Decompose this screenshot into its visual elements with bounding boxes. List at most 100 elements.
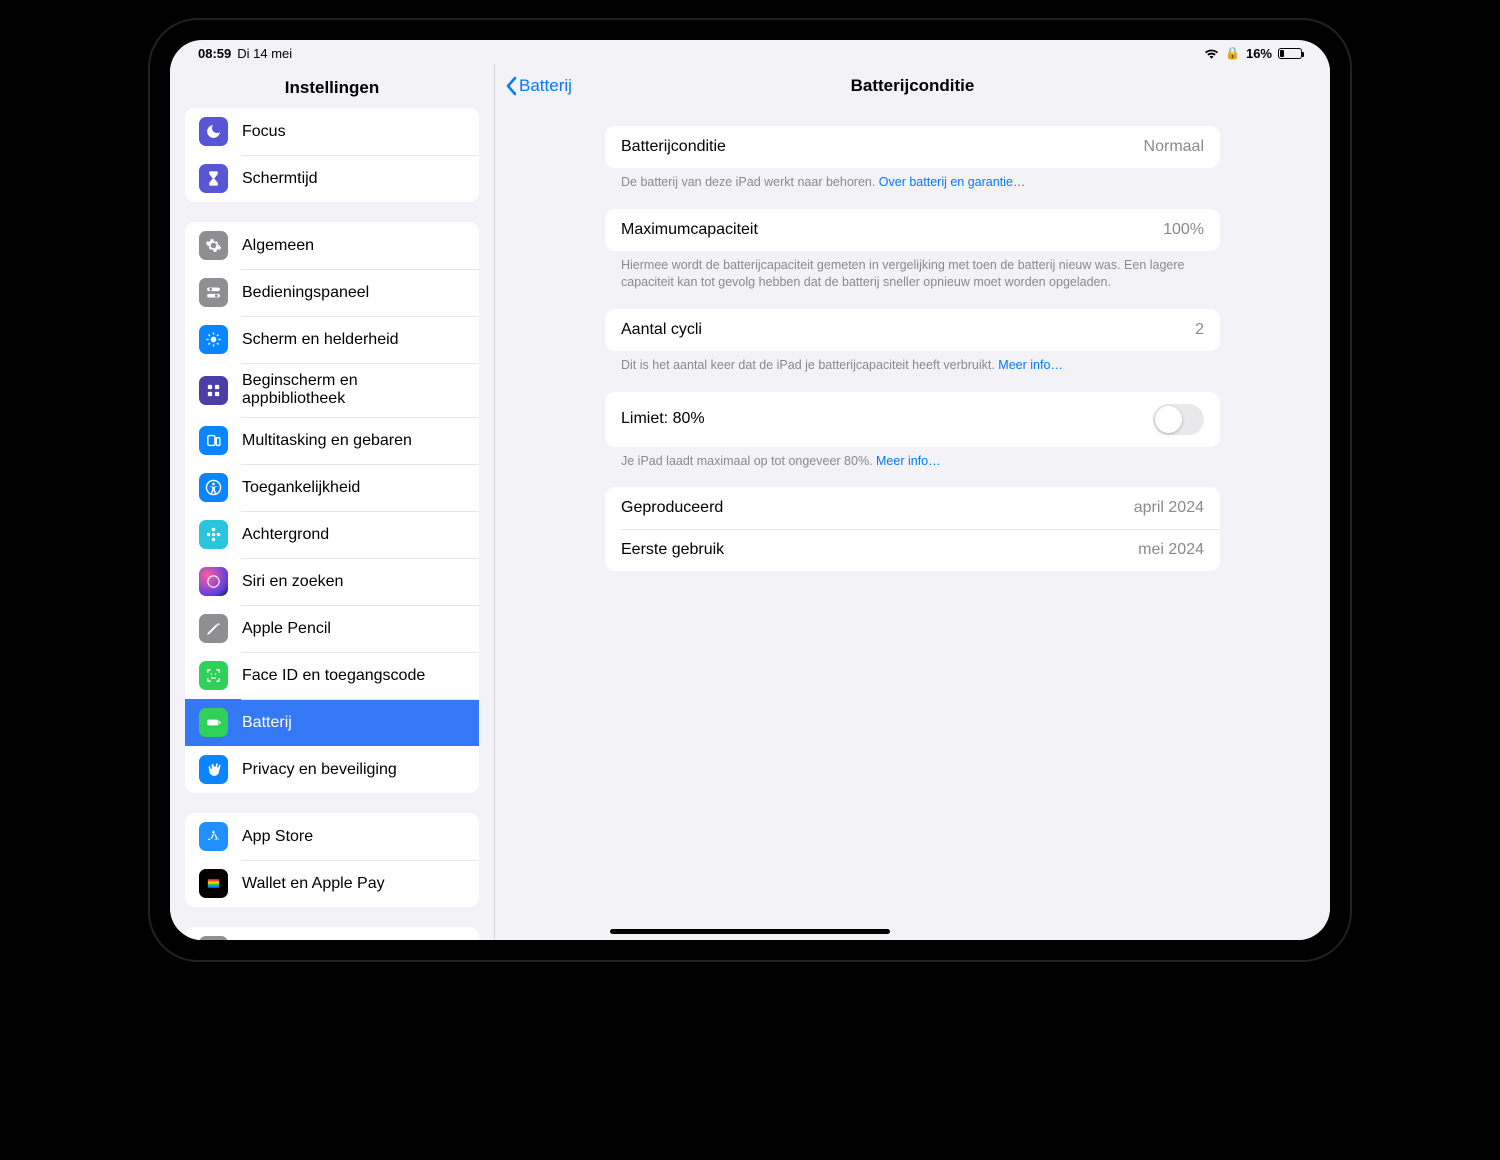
row-value: 2 [1195,321,1204,339]
home-indicator[interactable] [610,929,890,934]
sidebar-item-faceid[interactable]: Face ID en toegangscode [185,652,479,699]
row-label: Maximumcapaciteit [621,221,758,239]
battery-icon [199,708,228,737]
sidebar-item-label: Algemeen [242,237,314,255]
flower-icon [199,520,228,549]
section-limit: Limiet: 80% Je iPad laadt maximaal op to… [605,392,1220,470]
sidebar-item-battery[interactable]: Batterij [185,699,479,746]
sidebar-item-label: Multitasking en gebaren [242,432,412,450]
grid-icon [199,376,228,405]
appstore-icon [199,822,228,851]
row-cycles: Aantal cycli 2 [605,309,1220,351]
sidebar-item-label: Wallet en Apple Pay [242,875,385,893]
moon-icon [199,117,228,146]
ipad-frame: 08:59 Di 14 mei 🔒 16% Instellingen [150,20,1350,960]
row-value: Normaal [1144,138,1204,156]
section-cycles: Aantal cycli 2 Dit is het aantal keer da… [605,309,1220,374]
sidebar-item-passwords[interactable]: Wachtwoorden [185,927,479,940]
back-button[interactable]: Batterij [505,76,572,96]
wallet-icon [199,869,228,898]
wifi-icon [1204,48,1219,59]
sidebar-group-passwords: Wachtwoorden [185,927,479,940]
sidebar-item-label: App Store [242,828,313,846]
sidebar-item-display[interactable]: Scherm en helderheid [185,316,479,363]
detail-pane: Batterij Batterijconditie Batterijcondit… [495,64,1330,940]
footer-capacity: Hiermee wordt de batterijcapaciteit geme… [605,251,1220,291]
footer-limit: Je iPad laadt maximaal op tot ongeveer 8… [605,447,1220,470]
row-label: Batterijconditie [621,138,726,156]
row-condition: Batterijconditie Normaal [605,126,1220,168]
detail-header: Batterij Batterijconditie [495,64,1330,108]
page-title: Batterijconditie [495,76,1330,96]
battery-icon [1278,48,1302,59]
rotation-lock-icon: 🔒 [1225,46,1240,60]
section-capacity: Maximumcapaciteit 100% Hiermee wordt de … [605,209,1220,291]
sidebar-item-wallet[interactable]: Wallet en Apple Pay [185,860,479,907]
sidebar-group-store: App Store Wallet en Apple Pay [185,813,479,907]
row-limit: Limiet: 80% [605,392,1220,447]
sidebar-item-wallpaper[interactable]: Achtergrond [185,511,479,558]
status-date: Di 14 mei [237,46,292,61]
hand-icon [199,755,228,784]
sidebar-item-privacy[interactable]: Privacy en beveiliging [185,746,479,793]
sidebar-item-screentime[interactable]: Schermtijd [185,155,479,202]
sidebar-item-label: Toegankelijkheid [242,479,360,497]
row-label: Eerste gebruik [621,541,724,559]
key-icon [199,936,228,940]
row-label: Aantal cycli [621,321,702,339]
accessibility-icon [199,473,228,502]
link-cycles-more[interactable]: Meer info… [998,358,1063,372]
row-value: mei 2024 [1138,541,1204,559]
switches-icon [199,278,228,307]
sidebar-item-multitasking[interactable]: Multitasking en gebaren [185,417,479,464]
hourglass-icon [199,164,228,193]
sidebar-item-label: Apple Pencil [242,620,331,638]
sidebar-item-label: Batterij [242,714,292,732]
row-value: 100% [1163,221,1204,239]
sidebar-item-label: Bedieningspaneel [242,284,369,302]
status-bar: 08:59 Di 14 mei 🔒 16% [170,40,1330,64]
link-limit-more[interactable]: Meer info… [876,454,941,468]
sidebar-item-focus[interactable]: Focus [185,108,479,155]
sidebar-group-general: Algemeen Bedieningspaneel Scherm en held… [185,222,479,793]
siri-icon [199,567,228,596]
sidebar-item-accessibility[interactable]: Toegankelijkheid [185,464,479,511]
brightness-icon [199,325,228,354]
status-battery-text: 16% [1246,46,1272,61]
footer-condition: De batterij van deze iPad werkt naar beh… [605,168,1220,191]
footer-cycles: Dit is het aantal keer dat de iPad je ba… [605,351,1220,374]
faceid-icon [199,661,228,690]
row-label: Limiet: 80% [621,410,705,428]
back-label: Batterij [519,76,572,96]
sidebar-item-label: Face ID en toegangscode [242,667,425,685]
screen: 08:59 Di 14 mei 🔒 16% Instellingen [170,40,1330,940]
row-first-use: Eerste gebruik mei 2024 [605,529,1220,571]
sidebar-item-label: Achtergrond [242,526,329,544]
sidebar-item-label: Siri en zoeken [242,573,343,591]
gear-icon [199,231,228,260]
sidebar-item-label: Beginscherm en appbibliotheek [242,372,465,408]
sidebar-item-label: Scherm en helderheid [242,331,399,349]
pencil-icon [199,614,228,643]
sidebar-item-label: Focus [242,123,286,141]
link-warranty[interactable]: Over batterij en garantie… [879,175,1026,189]
section-condition: Batterijconditie Normaal De batterij van… [605,126,1220,191]
sidebar-item-pencil[interactable]: Apple Pencil [185,605,479,652]
sidebar-item-appstore[interactable]: App Store [185,813,479,860]
sidebar-item-general[interactable]: Algemeen [185,222,479,269]
row-capacity: Maximumcapaciteit 100% [605,209,1220,251]
sidebar-item-home[interactable]: Beginscherm en appbibliotheek [185,363,479,417]
row-value: april 2024 [1134,499,1204,517]
row-manufactured: Geproduceerd april 2024 [605,487,1220,529]
multitask-icon [199,426,228,455]
sidebar-item-control-center[interactable]: Bedieningspaneel [185,269,479,316]
section-dates: Geproduceerd april 2024 Eerste gebruik m… [605,487,1220,571]
row-label: Geproduceerd [621,499,723,517]
chevron-left-icon [505,76,517,96]
sidebar-item-siri[interactable]: Siri en zoeken [185,558,479,605]
settings-sidebar: Instellingen Focus Schermtijd [170,64,495,940]
sidebar-item-label: Schermtijd [242,170,318,188]
limit-toggle[interactable] [1153,404,1204,435]
sidebar-title: Instellingen [170,64,494,108]
status-time: 08:59 [198,46,231,61]
